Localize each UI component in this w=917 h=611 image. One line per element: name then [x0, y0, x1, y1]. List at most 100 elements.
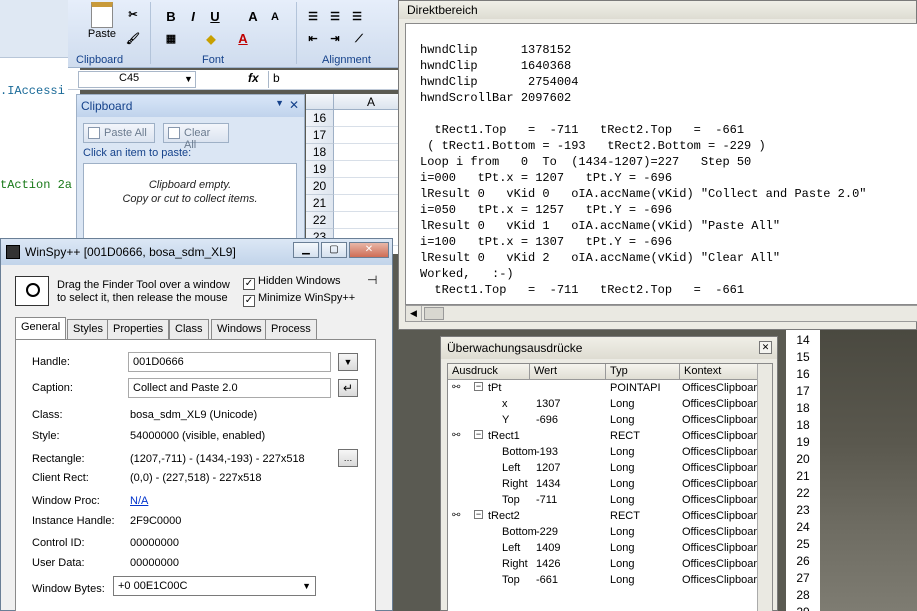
handle-dropdown-button[interactable]: ▼: [338, 353, 358, 371]
row-header[interactable]: 20: [786, 451, 820, 468]
row-header[interactable]: 28: [786, 587, 820, 604]
horizontal-scrollbar[interactable]: ◀: [405, 305, 917, 322]
maximize-button[interactable]: ▢: [321, 242, 347, 258]
watch-row[interactable]: Y -696 Long OfficesClipboar: [448, 413, 768, 429]
align-right-icon[interactable]: ☰: [348, 8, 366, 26]
row-header[interactable]: 21: [306, 195, 334, 212]
row-header[interactable]: 20: [306, 178, 334, 195]
bold-button[interactable]: B: [162, 8, 180, 26]
grid-cell[interactable]: [334, 144, 408, 161]
grid-cell[interactable]: [334, 212, 408, 229]
watch-row[interactable]: Right 1426 Long OfficesClipboar: [448, 557, 768, 573]
grid-cell[interactable]: [334, 195, 408, 212]
row-header[interactable]: 26: [786, 553, 820, 570]
format-painter-icon[interactable]: 🖌: [124, 30, 142, 48]
row-header[interactable]: 18: [306, 144, 334, 161]
row-header[interactable]: 19: [786, 434, 820, 451]
row-header[interactable]: 24: [786, 519, 820, 536]
row-header[interactable]: 19: [306, 161, 334, 178]
orientation-icon[interactable]: ⟋: [350, 30, 368, 48]
select-all-corner[interactable]: [306, 94, 334, 110]
handle-field[interactable]: 001D0666: [128, 352, 331, 372]
row-header[interactable]: 23: [786, 502, 820, 519]
formula-input[interactable]: b: [268, 71, 408, 88]
watch-row[interactable]: ⚯ − tRect1 RECT OfficesClipboar: [448, 429, 768, 445]
watch-table[interactable]: Ausdruck Wert Typ Kontext ⚯ − tPt POINTAPI O…: [447, 363, 773, 611]
name-box[interactable]: C45: [78, 71, 196, 88]
column-header-wert[interactable]: Wert: [530, 364, 606, 380]
row-header[interactable]: 22: [306, 212, 334, 229]
collapse-icon[interactable]: −: [474, 510, 483, 519]
paste-all-button[interactable]: Paste All: [83, 123, 155, 143]
row-header[interactable]: 14: [786, 332, 820, 349]
minimize-winspy-checkbox[interactable]: ✓ Minimize WinSpy++: [243, 292, 355, 307]
row-header[interactable]: 18: [786, 400, 820, 417]
paste-button[interactable]: Paste: [82, 2, 122, 50]
watch-row[interactable]: Top -711 Long OfficesClipboar: [448, 493, 768, 509]
hidden-windows-checkbox[interactable]: ✓ Hidden Windows: [243, 275, 341, 290]
align-center-icon[interactable]: ☰: [326, 8, 344, 26]
row-header[interactable]: 25: [786, 536, 820, 553]
row-header[interactable]: 27: [786, 570, 820, 587]
rectangle-more-button[interactable]: …: [338, 449, 358, 467]
watch-row[interactable]: x 1307 Long OfficesClipboar: [448, 397, 768, 413]
row-header[interactable]: 17: [786, 383, 820, 400]
watch-row[interactable]: Left 1207 Long OfficesClipboar: [448, 461, 768, 477]
increase-indent-icon[interactable]: ⇥: [326, 30, 344, 48]
row-header[interactable]: 21: [786, 468, 820, 485]
tab-general[interactable]: General: [15, 317, 67, 339]
column-header-kontext[interactable]: Kontext: [680, 364, 758, 380]
borders-icon[interactable]: ▦: [162, 30, 180, 48]
row-header[interactable]: 18: [786, 417, 820, 434]
insert-function-icon[interactable]: fx: [248, 71, 259, 85]
align-left-icon[interactable]: ☰: [304, 8, 322, 26]
watch-row[interactable]: ⚯ − tRect2 RECT OfficesClipboar: [448, 509, 768, 525]
pin-icon[interactable]: ⊣: [367, 273, 377, 287]
grid-cell[interactable]: [334, 127, 408, 144]
grid-cell[interactable]: [334, 178, 408, 195]
watch-row[interactable]: Right 1434 Long OfficesClipboar: [448, 477, 768, 493]
column-header-typ[interactable]: Typ: [606, 364, 680, 380]
shrink-font-button[interactable]: A: [266, 8, 284, 26]
fill-color-icon[interactable]: ◆: [202, 30, 220, 48]
column-header-a[interactable]: A: [334, 95, 408, 109]
watch-row[interactable]: Top -661 Long OfficesClipboar: [448, 573, 768, 589]
chevron-down-icon[interactable]: ▼: [184, 74, 193, 84]
tab-styles[interactable]: Styles: [67, 319, 109, 339]
tab-process[interactable]: Process: [265, 319, 317, 339]
pane-options-icon[interactable]: ▼: [275, 98, 284, 108]
column-header-ausdruck[interactable]: Ausdruck: [448, 364, 530, 380]
window-proc-link[interactable]: N/A: [130, 495, 148, 507]
vertical-scrollbar[interactable]: [757, 364, 772, 611]
decrease-indent-icon[interactable]: ⇤: [304, 30, 322, 48]
row-header[interactable]: 29: [786, 604, 820, 611]
set-caption-button[interactable]: ↵: [338, 379, 358, 397]
row-header[interactable]: 15: [786, 349, 820, 366]
tab-windows[interactable]: Windows: [211, 319, 268, 339]
grid-cell[interactable]: [334, 161, 408, 178]
watch-row[interactable]: Bottom -229 Long OfficesClipboar: [448, 525, 768, 541]
row-header[interactable]: 22: [786, 485, 820, 502]
watch-row[interactable]: Bottom -193 Long OfficesClipboar: [448, 445, 768, 461]
immediate-output[interactable]: hwndClip 1378152 hwndClip 1640368 hwndClip…: [405, 23, 917, 305]
grid-cell[interactable]: [334, 110, 408, 127]
watch-row[interactable]: ⚯ − tPt POINTAPI OfficesClipboar: [448, 381, 768, 397]
cut-icon[interactable]: ✂: [124, 6, 142, 24]
italic-button[interactable]: I: [184, 8, 202, 26]
tab-class[interactable]: Class: [169, 319, 209, 339]
scroll-thumb[interactable]: [424, 307, 444, 320]
underline-button[interactable]: U: [206, 8, 224, 26]
grow-font-button[interactable]: A: [244, 8, 262, 26]
caption-field[interactable]: Collect and Paste 2.0: [128, 378, 331, 398]
close-icon[interactable]: ✕: [289, 98, 299, 112]
collapse-icon[interactable]: −: [474, 430, 483, 439]
font-color-icon[interactable]: A: [234, 30, 252, 48]
window-bytes-select[interactable]: +0 00E1C00C ▼: [113, 576, 316, 596]
collapse-icon[interactable]: −: [474, 382, 483, 391]
close-icon[interactable]: ✕: [759, 341, 772, 354]
tab-properties[interactable]: Properties: [107, 319, 170, 339]
scroll-left-icon[interactable]: ◀: [406, 306, 422, 321]
close-button[interactable]: ✕: [349, 242, 389, 258]
row-header[interactable]: 16: [306, 110, 334, 127]
clear-all-button[interactable]: Clear All: [163, 123, 229, 151]
